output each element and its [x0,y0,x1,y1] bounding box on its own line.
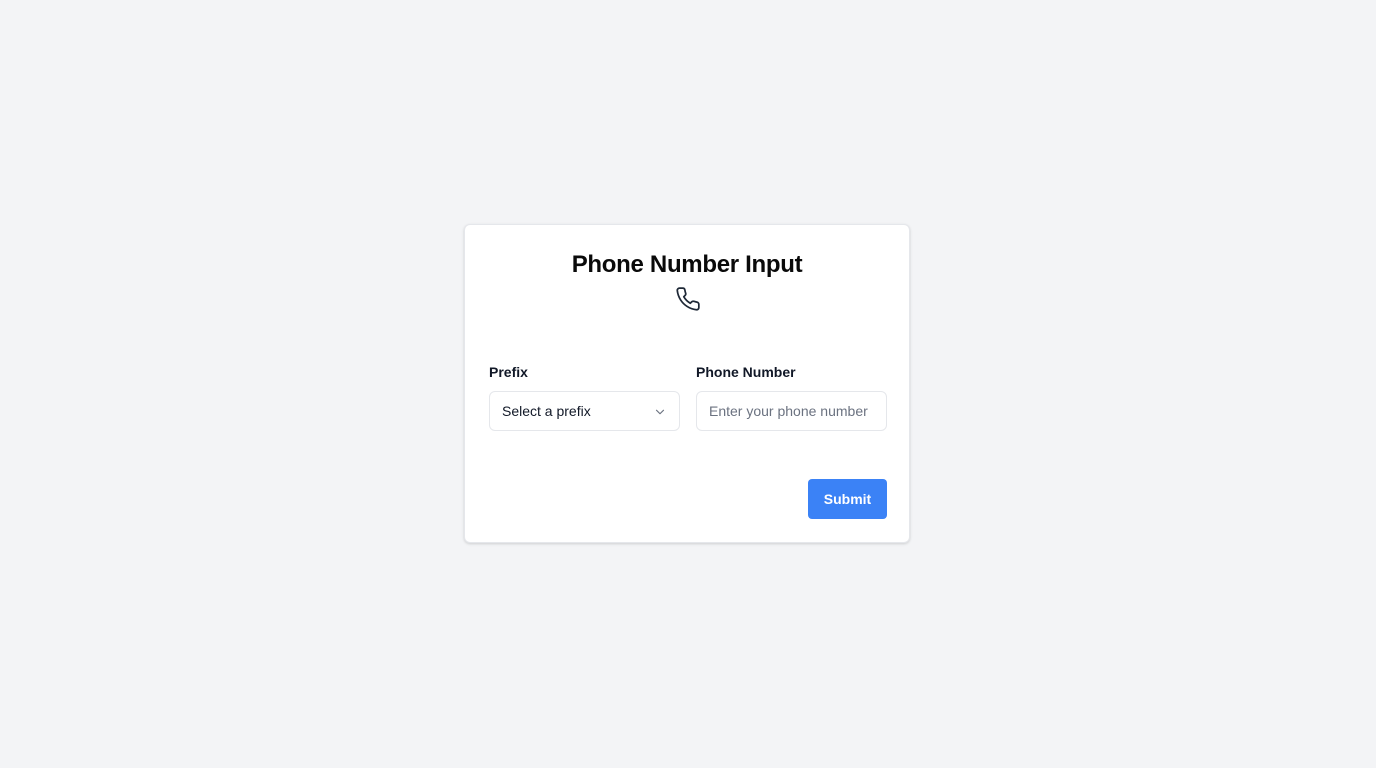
phone-icon [676,287,700,311]
submit-button[interactable]: Submit [808,479,887,519]
chevron-down-icon [655,409,665,415]
prefix-label: Prefix [489,364,528,380]
prefix-select-value: Select a prefix [502,403,591,419]
phone-number-input[interactable] [696,391,887,431]
prefix-select[interactable]: Select a prefix [489,391,680,431]
phone-form-card: Phone Number Input Prefix Phone Number S… [464,224,910,543]
phone-number-label: Phone Number [696,364,796,380]
card-title: Phone Number Input [571,251,803,278]
